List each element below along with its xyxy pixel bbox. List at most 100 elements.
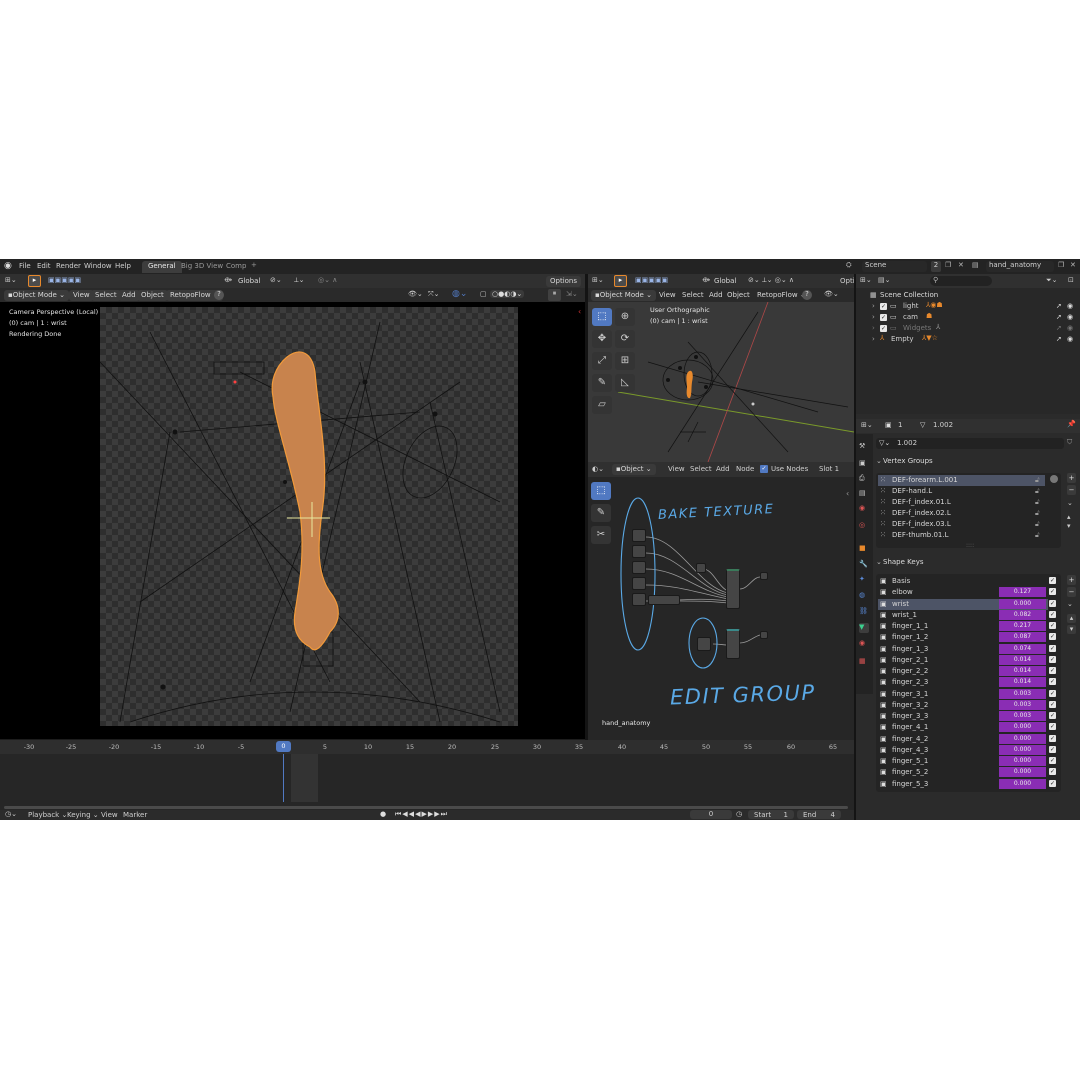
menu-help[interactable]: Help xyxy=(115,262,131,270)
shape-key-mute-checkbox[interactable]: ✓ xyxy=(1049,644,1056,652)
outliner-row-light[interactable]: › ✓ ▭ light ⅄◉☗ ➚ ◉ xyxy=(856,301,1080,312)
mesh-data-tab-icon[interactable]: ▼ xyxy=(859,623,869,633)
shape-key-row[interactable]: ▣ finger_1_1 0.217 ✓ xyxy=(876,621,1060,632)
render-tab-icon[interactable]: ▣ xyxy=(859,459,869,469)
shape-key-mute-checkbox[interactable]: ✓ xyxy=(1049,633,1056,641)
properties-type-icon[interactable]: ⊞⌄ xyxy=(861,421,873,429)
node-menu-view[interactable]: View xyxy=(668,465,685,473)
select-arrow-icon[interactable]: ➚ xyxy=(1056,313,1062,321)
world-tab-icon[interactable]: ◎ xyxy=(859,521,869,531)
vertex-group-row[interactable]: ⁙ DEF-hand.L 🔓︎ xyxy=(876,486,1042,497)
principled-bsdf-node[interactable] xyxy=(726,569,740,609)
shape-key-mute-checkbox[interactable]: ✓ xyxy=(1049,768,1056,776)
menu-file[interactable]: File xyxy=(19,262,31,270)
tool-tab-icon[interactable]: ⚒ xyxy=(859,442,869,452)
shape-key-value-field[interactable]: 0.217 xyxy=(999,621,1046,631)
editor-type-icon[interactable]: ⊞⌄ xyxy=(5,276,17,284)
annotate-tool[interactable]: ✎ xyxy=(592,374,612,392)
select-box-tool[interactable]: ⬚ xyxy=(592,308,612,326)
shape-key-value-field[interactable]: 0.003 xyxy=(999,688,1046,699)
camera-view-icon[interactable]: ⇲⌄ xyxy=(566,290,578,298)
material-output-node[interactable] xyxy=(760,572,768,580)
mix-node[interactable] xyxy=(648,595,680,605)
object-mode-dropdown[interactable]: ▪ Object Mode ⌄ xyxy=(591,290,656,301)
scale-tool[interactable]: ⤢ xyxy=(592,352,612,370)
orientation-icon[interactable]: ⟴ xyxy=(702,276,710,284)
add-workspace-button[interactable]: + xyxy=(251,261,257,269)
start-frame-field[interactable]: Start 1 xyxy=(748,810,794,819)
shape-key-row[interactable]: ▣ finger_4_2 0.000 ✓ xyxy=(876,733,1060,745)
shape-key-mute-checkbox[interactable]: ✓ xyxy=(1049,745,1056,753)
filter-icon[interactable]: ⏷⌄ xyxy=(1046,276,1057,285)
shape-key-row[interactable]: ▣ finger_3_3 0.003 ✓ xyxy=(876,711,1060,722)
shape-key-row[interactable]: ▣ finger_2_3 0.014 ✓ xyxy=(876,677,1060,688)
move-down-icon[interactable]: ▾ xyxy=(1067,522,1071,530)
vertex-group-scrollbar[interactable] xyxy=(1050,475,1058,483)
outliner-row-widgets[interactable]: › ✓ ▭ Widgets ⅄ ➚ ◉ xyxy=(856,323,1080,334)
pivot-icon[interactable]: ⊘⌄ xyxy=(270,276,282,284)
eye-icon[interactable]: ◉ xyxy=(1067,335,1073,343)
shape-key-row[interactable]: ▣ finger_5_1 0.000 ✓ xyxy=(876,756,1060,767)
shape-key-value-field[interactable]: 0.000 xyxy=(999,756,1046,766)
current-frame-marker[interactable]: 0 xyxy=(276,741,291,752)
shape-key-value-field[interactable]: 0.087 xyxy=(999,632,1046,643)
select-arrow-icon[interactable]: ➚ xyxy=(1056,335,1062,343)
material-tab-icon[interactable]: ◉ xyxy=(859,639,869,649)
group-input-node[interactable] xyxy=(697,637,711,651)
measure-tool[interactable]: ◺ xyxy=(615,374,635,392)
node-editor-type-icon[interactable]: ◐⌄ xyxy=(592,465,604,473)
node-menu-add[interactable]: Add xyxy=(716,465,730,473)
move-up-icon[interactable]: ▴ xyxy=(1067,513,1071,521)
select-arrow-icon[interactable]: ➚ xyxy=(1056,324,1062,332)
shape-key-mute-checkbox[interactable]: ✓ xyxy=(1049,588,1056,596)
shape-key-mute-checkbox[interactable]: ✓ xyxy=(1049,610,1056,618)
shape-key-row[interactable]: ▣ finger_5_2 0.000 ✓ xyxy=(876,767,1060,778)
output-tab-icon[interactable]: ⎙ xyxy=(859,474,869,484)
shape-key-row[interactable]: ▣ finger_4_3 0.000 ✓ xyxy=(876,744,1060,756)
vertex-group-row[interactable]: ⁙ DEF-f_index.02.L 🔓︎ xyxy=(876,508,1042,519)
view-layer-icon[interactable]: ▤ xyxy=(972,261,979,269)
shape-key-value-field[interactable]: 0.074 xyxy=(999,643,1046,654)
shape-key-mute-checkbox[interactable]: ✓ xyxy=(1049,712,1056,719)
select-mode-icons[interactable]: ▣▣▣▣▣ xyxy=(635,276,668,284)
image-texture-node[interactable] xyxy=(632,529,646,542)
ortho-viewport[interactable]: User Orthographic (0) cam | 1 : wrist ⬚ … xyxy=(588,302,854,462)
shape-key-value-field[interactable]: 0.014 xyxy=(999,677,1046,688)
snap-icon[interactable]: ⟂⌄ xyxy=(294,276,305,285)
eye-icon[interactable]: ◉ xyxy=(1067,302,1073,310)
pivot-icon[interactable]: ⊘⌄ ⟂⌄ ◎⌄ ∧ xyxy=(748,276,794,285)
shape-key-specials-icon[interactable]: ⌄ xyxy=(1067,600,1073,608)
menu-render[interactable]: Render xyxy=(56,262,81,270)
eye-icon[interactable]: ◉ xyxy=(1067,324,1073,332)
shape-key-value-field[interactable]: 0.000 xyxy=(999,598,1046,609)
shape-key-mute-checkbox[interactable]: ✓ xyxy=(1049,689,1056,697)
lock-icon[interactable]: 🔓︎ xyxy=(1035,531,1040,540)
xray-icon[interactable]: ▢ xyxy=(480,290,487,298)
playback-menu[interactable]: Playback ⌄ xyxy=(28,811,67,819)
shape-key-mute-checkbox[interactable]: ✓ xyxy=(1049,577,1056,584)
vertex-groups-panel-header[interactable]: ⌄ Vertex Groups xyxy=(873,455,1080,467)
new-collection-icon[interactable]: ⊡ xyxy=(1068,276,1074,284)
add-cube-tool[interactable]: ▱ xyxy=(592,396,612,414)
rotate-tool[interactable]: ⟳ xyxy=(615,330,635,348)
use-nodes-checkbox[interactable]: ✓ xyxy=(760,465,768,473)
record-icon[interactable]: ● xyxy=(380,810,386,818)
shape-key-value-field[interactable]: 0.014 xyxy=(999,654,1046,665)
shape-key-row[interactable]: ▣ finger_3_2 0.003 ✓ xyxy=(876,699,1060,711)
vertex-group-row[interactable]: ⁙ DEF-forearm.L.001 🔓︎ xyxy=(876,475,1042,486)
vertex-group-row[interactable]: ⁙ DEF-f_index.01.L 🔓︎ xyxy=(876,497,1042,508)
display-mode-icon[interactable]: ▤⌄ xyxy=(878,276,890,284)
eye-icon[interactable]: ◉ xyxy=(1067,313,1073,321)
orientation-dropdown[interactable]: Global xyxy=(710,276,740,287)
expand-arrow-icon[interactable]: › xyxy=(872,324,875,332)
select-tool-icon[interactable]: ▸ xyxy=(28,275,41,287)
lock-icon[interactable]: 🔓︎ xyxy=(1035,509,1040,518)
shader-type-dropdown[interactable]: ▪ Object ⌄ xyxy=(612,464,656,475)
move-up-icon[interactable]: ▴ xyxy=(1067,614,1076,623)
scene-name-field[interactable]: Scene xyxy=(862,261,927,272)
move-down-icon[interactable]: ▾ xyxy=(1067,625,1076,634)
shape-key-mute-checkbox[interactable]: ✓ xyxy=(1049,678,1056,686)
shape-key-row[interactable]: ▣ wrist_1 0.082 ✓ xyxy=(876,609,1060,621)
remove-shape-key-button[interactable]: − xyxy=(1067,587,1076,597)
blender-logo-icon[interactable]: ◉ xyxy=(4,261,12,271)
